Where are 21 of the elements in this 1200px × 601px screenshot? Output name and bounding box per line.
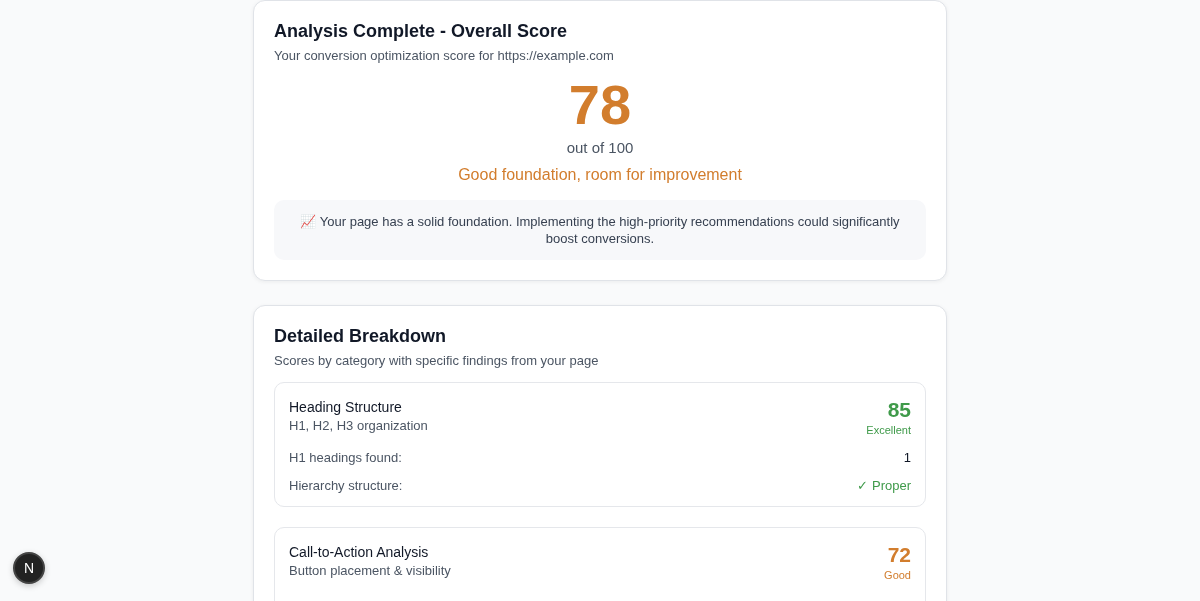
category-rating: Good — [884, 569, 911, 581]
category-description: H1, H2, H3 organization — [289, 418, 428, 433]
finding-value: 1 — [903, 450, 911, 465]
finding-label: H1 headings found: — [289, 450, 402, 465]
score-scale: out of 100 — [565, 139, 635, 156]
card-title: Detailed Breakdown — [274, 325, 448, 347]
score-verdict: Good foundation, room for improvement — [457, 166, 743, 184]
category-score: 85 — [886, 398, 911, 422]
card-subtitle: Your conversion optimization score for https://example.com — [274, 48, 615, 63]
card-title: Analysis Complete - Overall Score — [274, 20, 569, 42]
overall-score: 78 — [567, 75, 633, 135]
dev-tools-button[interactable]: N — [13, 552, 45, 584]
category-name: Call-to-Action Analysis — [289, 544, 430, 560]
finding-label: Hierarchy structure: — [289, 478, 403, 493]
finding-value: ✓ Proper — [857, 478, 911, 493]
category-score: 72 — [886, 543, 911, 567]
category-name: Heading Structure — [289, 399, 403, 415]
card-subtitle: Scores by category with specific findings from your page — [274, 353, 600, 368]
category-description: Button placement & visibility — [289, 563, 451, 578]
summary-note: 📈 Your page has a solid foundation. Implementing the high-priority recommendations could significantly boost conversions. — [274, 200, 926, 260]
category-rating: Excellent — [866, 424, 911, 436]
